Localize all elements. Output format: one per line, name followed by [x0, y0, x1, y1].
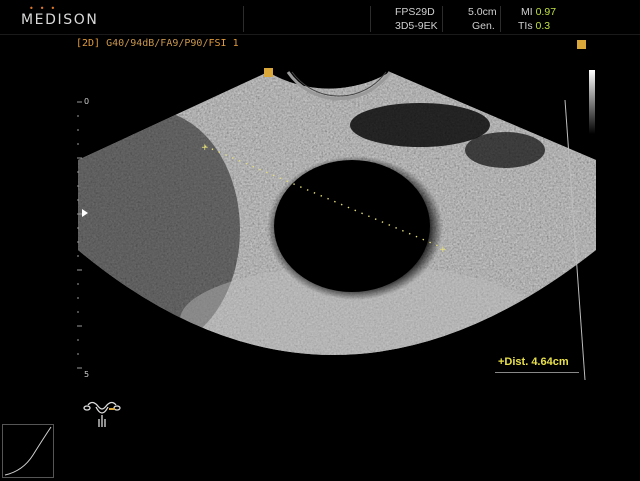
header-divider — [500, 6, 501, 32]
depth-value: 5.0cm — [468, 6, 497, 18]
caliper-start-marker: + — [201, 143, 209, 153]
imaging-mode: [2D] — [76, 38, 101, 49]
measurement-underline — [495, 372, 579, 373]
distance-measurement-label: +Dist. 4.64cm — [498, 356, 569, 368]
header-divider — [370, 6, 371, 32]
tis-label: TIs — [518, 20, 533, 32]
header-bar: ••• MEDISON FPS29D 3D5-9EK 5.0cm Gen. MI… — [0, 0, 640, 34]
frame-rate-label: FPS29D — [395, 6, 435, 18]
mi-label: MI — [521, 6, 533, 18]
probe-orientation-marker-icon — [264, 68, 273, 77]
depth-bottom-label: 5 — [84, 370, 90, 379]
mi-indicator: MI 0.97 — [521, 6, 556, 18]
header-divider-line — [0, 34, 640, 35]
probe-label: 3D5-9EK — [395, 20, 438, 32]
depth-scale — [77, 100, 89, 380]
imaging-preset: [2D] G40/94dB/FA9/P90/FSI 1 — [76, 38, 239, 49]
mi-value: 0.97 — [535, 6, 557, 18]
tis-value: 0.3 — [535, 20, 551, 32]
depth-top-label: 0 — [84, 97, 90, 106]
focus-marker-icon[interactable] — [82, 209, 88, 217]
menu-icon[interactable] — [577, 40, 586, 49]
header-divider — [442, 6, 443, 32]
caliper-end-marker: + — [439, 245, 447, 255]
gray-map-curve-icon[interactable] — [2, 424, 54, 478]
grayscale-bar — [589, 70, 595, 134]
fsi-value: FSI 1 — [208, 38, 239, 49]
depth-ticks — [77, 101, 82, 369]
uterus-ovary-pictogram-icon[interactable] — [82, 397, 122, 429]
mode-label: Gen. — [472, 20, 495, 32]
header-divider — [243, 6, 244, 32]
tis-indicator: TIs 0.3 — [518, 20, 550, 32]
manufacturer-logo: MEDISON — [21, 12, 99, 28]
imaging-params: G40/94dB/FA9/P90/ — [106, 38, 209, 49]
